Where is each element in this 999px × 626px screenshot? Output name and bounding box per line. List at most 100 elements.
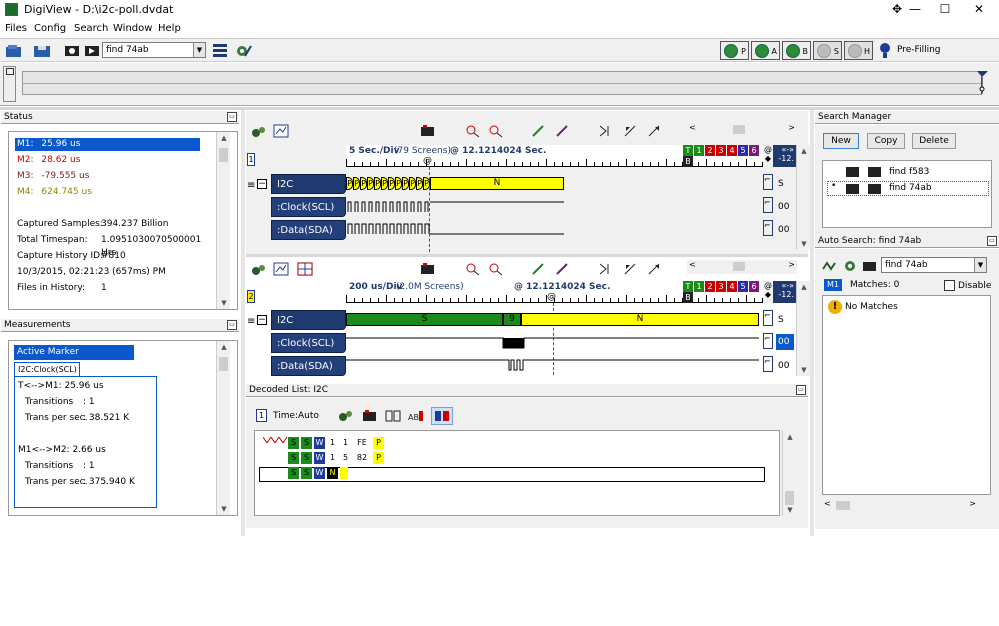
marker-m1-m2-icon[interactable] bbox=[531, 124, 547, 138]
decoded-cell[interactable]: FE bbox=[353, 437, 371, 449]
bus-start-mark[interactable]: P bbox=[367, 177, 374, 190]
layout-icon[interactable] bbox=[211, 42, 231, 60]
decoded-cell[interactable]: W bbox=[314, 452, 325, 464]
scroll-left-icon[interactable]: < bbox=[689, 260, 696, 269]
run-button-a[interactable]: A bbox=[751, 41, 780, 60]
marker-m2-row[interactable]: M2: 28.62 us bbox=[15, 154, 200, 167]
marker-at-icon[interactable]: @ ◆ bbox=[763, 145, 773, 167]
save-file-icon[interactable] bbox=[32, 42, 52, 60]
drag-handle-icon[interactable]: ≡ bbox=[247, 316, 255, 327]
decoded-cell[interactable]: 1 bbox=[327, 437, 338, 449]
maximize-button[interactable]: ☐ bbox=[928, 0, 962, 20]
bus-start-mark[interactable]: P bbox=[388, 177, 395, 190]
decoded-cell[interactable]: 5 bbox=[340, 452, 351, 464]
marker-m5-m6-icon[interactable] bbox=[555, 262, 571, 276]
decoded-cell[interactable]: 1 bbox=[327, 452, 338, 464]
search-find-icon[interactable] bbox=[362, 409, 378, 423]
disable-checkbox[interactable] bbox=[944, 280, 955, 291]
menu-search[interactable]: Search bbox=[74, 23, 108, 34]
tab-active-marker-measurements[interactable]: Active Marker Measurements bbox=[14, 345, 134, 372]
bus-segment-start[interactable]: S bbox=[346, 313, 503, 326]
table-view-icon[interactable] bbox=[297, 262, 313, 276]
marker-box-T[interactable]: T bbox=[683, 281, 693, 292]
decoded-cell[interactable]: P bbox=[373, 437, 384, 449]
signal-label-data[interactable]: :Data(SDA) bbox=[271, 356, 346, 376]
scroll-down-icon[interactable]: ▼ bbox=[217, 299, 231, 307]
signal-edge-icon[interactable]: ⌐ bbox=[763, 197, 773, 213]
chart-view-icon[interactable] bbox=[273, 124, 289, 138]
stop-button-s[interactable]: S bbox=[813, 41, 842, 60]
bus-start-mark[interactable]: P bbox=[416, 177, 423, 190]
menu-config[interactable]: Config bbox=[34, 23, 66, 34]
scroll-down-icon[interactable]: ▼ bbox=[797, 240, 811, 248]
goto-marker-icon[interactable] bbox=[623, 262, 639, 276]
bus-start-mark[interactable]: P bbox=[346, 177, 353, 190]
marker-badge-m1[interactable]: M1 bbox=[824, 279, 842, 291]
collapse-toggle[interactable]: − bbox=[257, 179, 267, 189]
overview-timeline[interactable] bbox=[22, 71, 982, 95]
status-scrollbar[interactable]: ▲ ▼ bbox=[216, 132, 230, 309]
channels-icon[interactable] bbox=[251, 263, 267, 277]
marker-box-2[interactable]: 2 bbox=[705, 281, 715, 292]
scroll-left-icon[interactable]: < bbox=[689, 123, 696, 132]
marker-box-5[interactable]: 5 bbox=[738, 145, 748, 156]
scroll-down-icon[interactable]: ▼ bbox=[797, 366, 811, 374]
bus-start-mark[interactable]: P bbox=[374, 177, 381, 190]
decoded-cell[interactable]: S bbox=[301, 437, 312, 449]
bus-start-mark[interactable]: P bbox=[360, 177, 367, 190]
marker-m1-row[interactable]: M1: 25.96 us bbox=[15, 138, 200, 151]
restore-icon[interactable]: ▭ bbox=[227, 112, 237, 122]
search-find-icon[interactable] bbox=[862, 259, 878, 273]
marker-box-6[interactable]: 6 bbox=[749, 281, 759, 292]
copy-search-button[interactable]: Copy bbox=[867, 133, 905, 149]
menu-files[interactable]: Files bbox=[5, 23, 27, 34]
goto-end-icon[interactable] bbox=[647, 124, 663, 138]
decoded-cell[interactable]: N bbox=[327, 467, 338, 479]
decoded-cell[interactable]: P bbox=[373, 452, 384, 464]
search-item-74ab[interactable]: find 74ab bbox=[889, 181, 989, 195]
scroll-thumb[interactable] bbox=[836, 501, 850, 510]
scroll-thumb[interactable] bbox=[733, 125, 745, 134]
marker-m4-row[interactable]: M4: 624.745 us bbox=[15, 186, 200, 199]
splitter-waveforms[interactable] bbox=[246, 254, 808, 257]
halt-button-h[interactable]: H bbox=[844, 41, 873, 60]
bus-segment-n[interactable]: N bbox=[521, 313, 759, 326]
marker-m1-m2-icon[interactable] bbox=[531, 262, 547, 276]
goto-start-icon[interactable] bbox=[598, 124, 614, 138]
zoom-all-icon[interactable] bbox=[488, 262, 504, 276]
scroll-thumb[interactable] bbox=[219, 148, 228, 162]
bus-start-mark[interactable]: P bbox=[402, 177, 409, 190]
menu-window[interactable]: Window bbox=[113, 23, 152, 34]
marker-box-4[interactable]: 4 bbox=[727, 145, 737, 156]
signal-label-data[interactable]: :Data(SDA) bbox=[271, 220, 346, 240]
decoded-cell[interactable]: 1 bbox=[340, 437, 351, 449]
decoded-cell[interactable]: S bbox=[288, 467, 299, 479]
menu-help[interactable]: Help bbox=[158, 23, 181, 34]
search-next-icon[interactable] bbox=[82, 42, 102, 60]
run-button-b[interactable]: B bbox=[782, 41, 811, 60]
waveform-1-ruler[interactable]: 5 Sec./Div (79 Screens) @ 12.1214024 Sec… bbox=[346, 145, 764, 167]
search-select[interactable]: find 74ab ▼ bbox=[102, 42, 206, 58]
bus-value-n[interactable]: N bbox=[430, 177, 564, 190]
decoded-cell[interactable]: S bbox=[288, 452, 299, 464]
waveform-1-vscroll[interactable]: ▲ ▼ bbox=[796, 145, 810, 250]
decoded-cell[interactable]: S bbox=[301, 467, 312, 479]
channels-icon[interactable] bbox=[251, 125, 267, 139]
scroll-up-icon[interactable]: ▲ bbox=[217, 134, 231, 142]
splitter-top[interactable] bbox=[0, 107, 999, 110]
zoom-all-icon[interactable] bbox=[488, 124, 504, 138]
signal-edge-icon[interactable]: ⌐ bbox=[763, 356, 773, 372]
signal-edge-icon[interactable]: ⌐ bbox=[763, 220, 773, 236]
restore-icon[interactable]: ▭ bbox=[987, 236, 997, 246]
scroll-right-icon[interactable]: > bbox=[788, 123, 795, 132]
auto-search-hscroll[interactable]: < > bbox=[822, 499, 978, 513]
decoded-list-scrollbar[interactable]: ▲ ▼ bbox=[782, 431, 796, 516]
signal-edge-icon[interactable]: ⌐ bbox=[763, 174, 773, 190]
marker-box-3[interactable]: 3 bbox=[716, 281, 726, 292]
scroll-right-icon[interactable]: > bbox=[788, 260, 795, 269]
close-button[interactable]: ✕ bbox=[962, 0, 996, 20]
marker-box-1[interactable]: 1 bbox=[694, 281, 704, 292]
search-find-icon[interactable] bbox=[62, 42, 82, 60]
bus-segment-9[interactable]: 9 bbox=[503, 313, 521, 326]
settings-gear-icon[interactable] bbox=[233, 42, 253, 60]
